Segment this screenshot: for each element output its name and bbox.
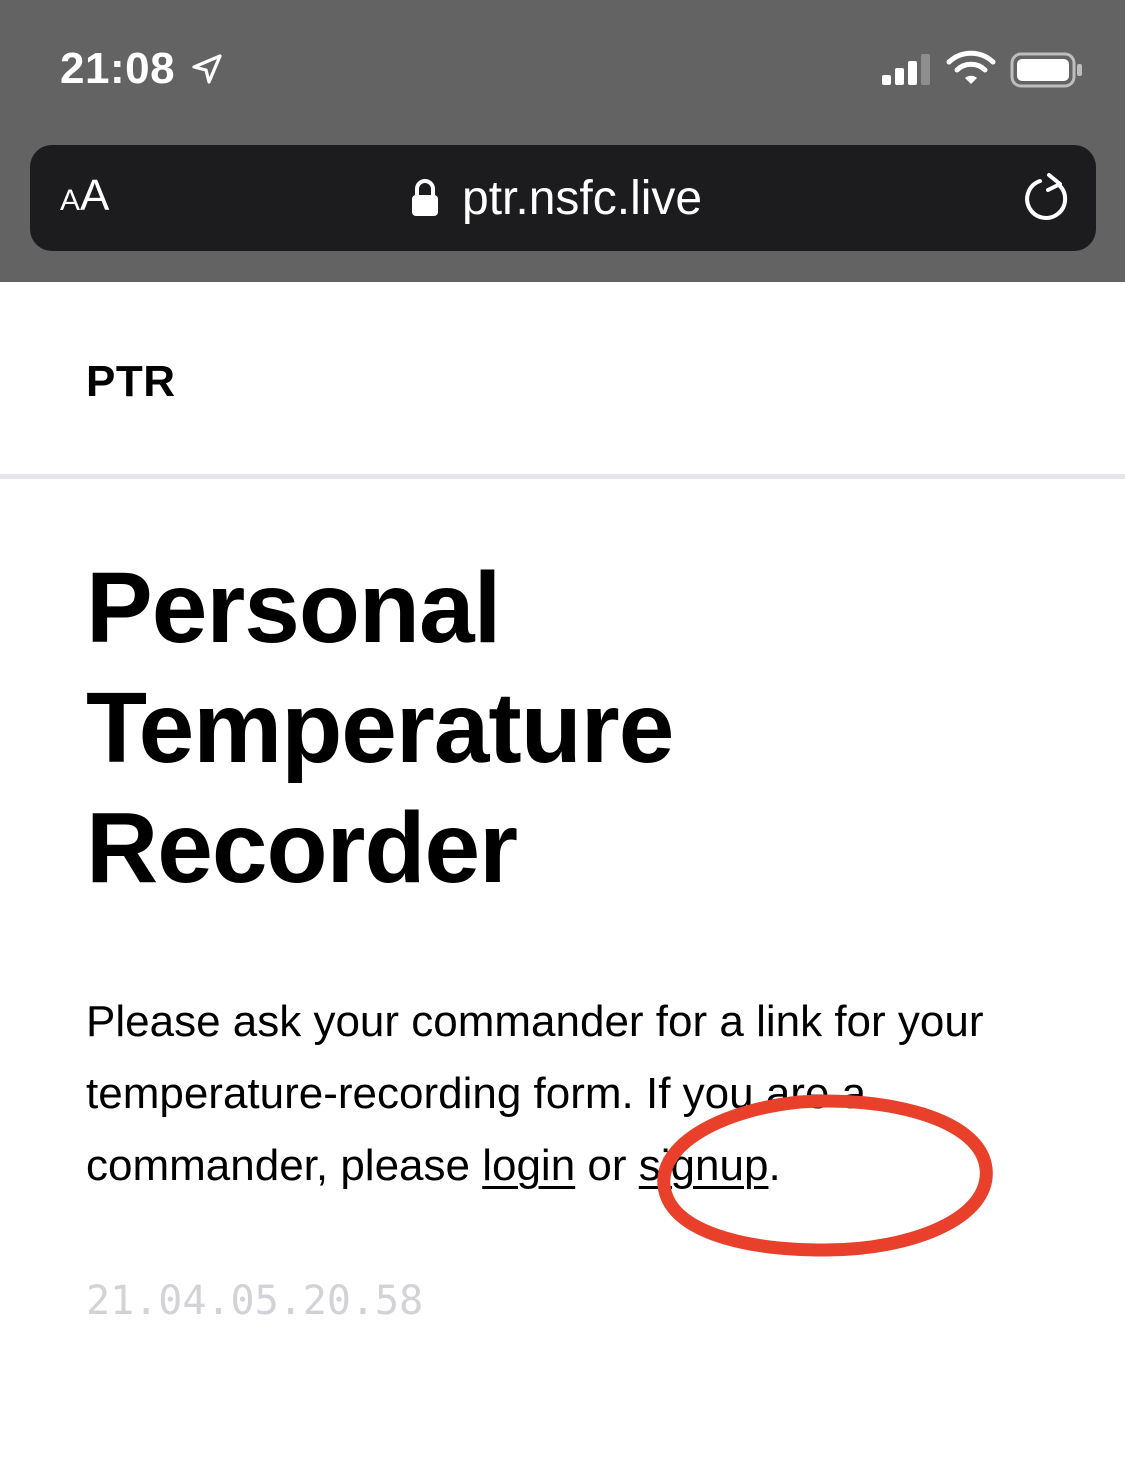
text-size-button[interactable]: AA [60, 171, 109, 225]
cellular-signal-icon [882, 54, 930, 85]
site-header: PTR [0, 282, 1125, 474]
end-punctuation: . [768, 1141, 781, 1190]
page-title: Personal Temperature Recorder [86, 548, 1066, 908]
wifi-icon [946, 50, 996, 84]
page-title-line: Temperature [86, 672, 674, 784]
browser-chrome: 21:08 AA ptr.nsfc.live [0, 0, 1125, 282]
battery-icon [1010, 52, 1082, 88]
site-brand[interactable]: PTR [86, 357, 176, 407]
connector-text: or [575, 1141, 639, 1190]
text-size-small-label: A [60, 184, 81, 217]
reload-icon[interactable] [1020, 171, 1074, 225]
screen: 21:08 AA ptr.nsfc.live PTR Personal Temp… [0, 0, 1125, 1471]
status-time: 21:08 [60, 44, 176, 93]
header-divider [0, 474, 1125, 479]
text-size-large-label: A [80, 171, 110, 220]
url-field[interactable]: ptr.nsfc.live [410, 169, 702, 227]
intro-paragraph: Please ask your commander for a link for… [86, 986, 1066, 1202]
signup-link[interactable]: signup [639, 1141, 769, 1190]
page-title-line: Recorder [86, 792, 518, 904]
lock-icon [412, 179, 438, 216]
login-link[interactable]: login [482, 1141, 575, 1190]
location-arrow-icon [192, 54, 222, 84]
version-label: 21.04.05.20.58 [86, 1278, 424, 1324]
address-bar[interactable]: AA ptr.nsfc.live [30, 145, 1096, 251]
page-title-line: Personal [86, 552, 501, 664]
url-text: ptr.nsfc.live [462, 171, 703, 225]
